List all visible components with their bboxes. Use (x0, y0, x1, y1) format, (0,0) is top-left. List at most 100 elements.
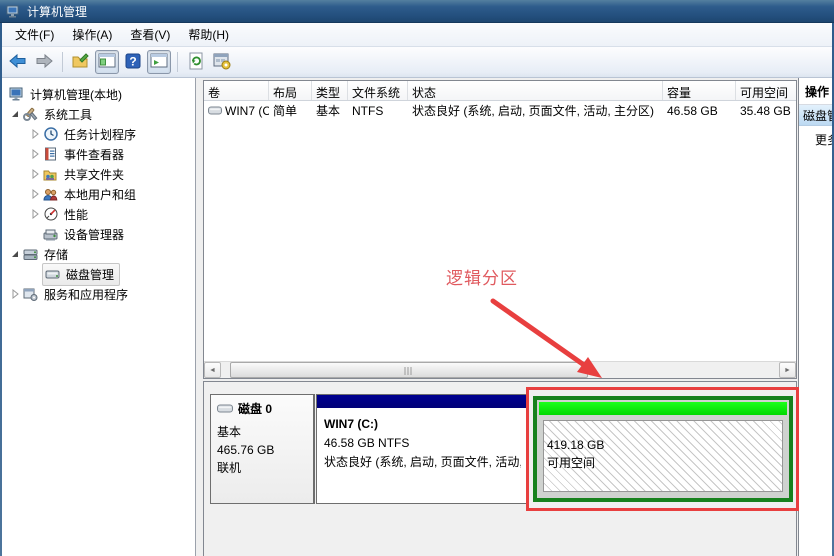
export-list-button[interactable] (69, 50, 93, 74)
menu-bar: 文件(F) 操作(A) 查看(V) 帮助(H) (2, 23, 832, 47)
expand-collapse-icon[interactable] (8, 287, 22, 301)
scrollbar-thumb[interactable] (230, 362, 588, 378)
tree-item-label: 服务和应用程序 (44, 287, 129, 302)
column-header-layout[interactable]: 布局 (269, 81, 312, 100)
refresh-button[interactable] (184, 50, 208, 74)
title-bar: 计算机管理 (0, 0, 834, 23)
window-border-left (0, 23, 2, 556)
tree-item-label: 本地用户和组 (64, 187, 137, 202)
forward-arrow-icon (34, 51, 54, 74)
tree-item-performance[interactable]: 性能 (2, 204, 195, 224)
column-header-volume[interactable]: 卷 (204, 81, 269, 100)
console-tree-icon (97, 51, 117, 74)
layout-cell: 简单 (273, 104, 298, 118)
expand-collapse-icon[interactable] (28, 147, 42, 161)
tree-item-label: 磁盘管理 (66, 267, 115, 282)
expand-collapse-icon[interactable] (28, 187, 42, 201)
menu-file[interactable]: 文件(F) (6, 23, 63, 46)
menu-action[interactable]: 操作(A) (63, 23, 121, 46)
freespace-cell: 35.48 GB (740, 103, 791, 118)
volume-row-win7[interactable]: WIN7 (C:) 简单 基本 NTFS 状态良好 (系统, 启动, 页面文件,… (204, 101, 796, 120)
actions-item-more-actions[interactable]: 更多操作 (799, 126, 832, 148)
users-icon (42, 187, 59, 202)
show-console-tree-button[interactable] (95, 50, 119, 74)
disk-properties-button[interactable] (210, 50, 234, 74)
tree-item-event-viewer[interactable]: 事件查看器 (2, 144, 195, 164)
status-cell: 状态良好 (系统, 启动, 页面文件, 活动, 主分区) (412, 104, 654, 118)
tree-item-computer-management[interactable]: 计算机管理(本地) (2, 84, 195, 104)
filesystem-cell: NTFS (352, 103, 384, 118)
tree-item-label: 共享文件夹 (64, 167, 125, 182)
capacity-cell: 46.58 GB (667, 103, 718, 118)
free-space-box[interactable]: 419.18 GB 可用空间 (533, 396, 793, 502)
tree-item-services-applications[interactable]: 服务和应用程序 (2, 284, 195, 304)
tree-item-label: 性能 (64, 207, 89, 222)
actions-panel: 操作 磁盘管理 更多操作 (798, 78, 832, 556)
toolbar-separator (62, 52, 63, 72)
tree-item-device-manager[interactable]: 设备管理器 (2, 224, 195, 244)
back-button[interactable] (6, 50, 30, 74)
folder-export-icon (71, 51, 91, 74)
free-space-size: 419.18 GB (547, 438, 605, 452)
partition-status: 状态良好 (系统, 启动, 页面文件, 活动, 主分区) (324, 455, 521, 469)
expand-collapse-icon[interactable] (8, 107, 22, 121)
window-title: 计算机管理 (27, 4, 88, 19)
tree-item-storage[interactable]: 存储 (2, 244, 195, 264)
column-header-type[interactable]: 类型 (312, 81, 348, 100)
volume-list-pane: 卷 布局 类型 文件系统 状态 容量 可用空间 WIN7 (C:) 简单 基本 … (203, 80, 797, 379)
disk0-capacity: 465.76 GB (217, 443, 275, 457)
column-header-filesystem[interactable]: 文件系统 (348, 81, 408, 100)
disk0-label-box[interactable]: 磁盘 0 基本 465.76 GB 联机 (210, 394, 315, 504)
device-manager-icon (42, 227, 59, 242)
svg-text:?: ? (129, 54, 136, 68)
column-header-status[interactable]: 状态 (408, 81, 663, 100)
tree-item-disk-management[interactable]: 磁盘管理 (2, 262, 195, 286)
column-header-freespace[interactable]: 可用空间 (736, 81, 796, 100)
scrollbar-grip (404, 367, 414, 375)
toolbar-separator (177, 52, 178, 72)
tree-item-label: 计算机管理(本地) (30, 87, 122, 102)
disk-management-icon (44, 267, 61, 282)
forward-button[interactable] (32, 50, 56, 74)
app-icon (6, 4, 21, 19)
volume-name: WIN7 (C:) (225, 103, 269, 118)
expand-collapse-icon[interactable] (28, 167, 42, 181)
menu-help[interactable]: 帮助(H) (179, 23, 238, 46)
free-space-color-band (539, 402, 787, 415)
tree-item-label: 设备管理器 (64, 227, 125, 242)
tree-item-local-users-groups[interactable]: 本地用户和组 (2, 184, 195, 204)
free-space-label: 可用空间 (547, 456, 596, 470)
actions-panel-title: 操作 (799, 78, 832, 105)
tree-item-shared-folders[interactable]: 共享文件夹 (2, 164, 195, 184)
disk0-status: 联机 (217, 461, 242, 475)
actions-item-disk-management[interactable]: 磁盘管理 (799, 105, 832, 126)
task-scheduler-icon (42, 127, 59, 142)
disk-graphical-pane: 磁盘 0 基本 465.76 GB 联机 WIN7 (C:) 46.58 GB … (203, 381, 797, 556)
expand-collapse-icon[interactable] (8, 247, 22, 261)
tree-item-system-tools[interactable]: 系统工具 (2, 104, 195, 124)
drive-icon (208, 104, 222, 118)
menu-view[interactable]: 查看(V) (121, 23, 179, 46)
back-arrow-icon (8, 51, 28, 74)
action-pane-icon (149, 51, 169, 74)
partition-name: WIN7 (C:) (324, 417, 378, 431)
services-icon (22, 287, 39, 302)
help-button[interactable]: ? (121, 50, 145, 74)
scroll-left-button[interactable]: ◄ (204, 362, 221, 378)
volume-cell: WIN7 (C:) (204, 104, 269, 118)
horizontal-scrollbar[interactable]: ◄ ► (204, 361, 796, 378)
scroll-right-button[interactable]: ► (779, 362, 796, 378)
partition-win7-box[interactable]: WIN7 (C:) 46.58 GB NTFS 状态良好 (系统, 启动, 页面… (316, 394, 529, 504)
tree-item-label: 任务计划程序 (64, 127, 137, 142)
expand-collapse-icon[interactable] (28, 207, 42, 221)
tree-item-task-scheduler[interactable]: 任务计划程序 (2, 124, 195, 144)
expand-collapse-icon[interactable] (28, 127, 42, 141)
selected-tree-item[interactable]: 磁盘管理 (42, 262, 121, 286)
column-header-capacity[interactable]: 容量 (663, 81, 736, 100)
primary-partition-color-band (317, 395, 528, 409)
console-tree: 计算机管理(本地) 系统工具 任务计划程序 事件查看器 共享文件夹 本地用户和组 (2, 78, 196, 556)
computer-icon (8, 87, 25, 102)
disk-gear-icon (212, 51, 232, 74)
show-action-pane-button[interactable] (147, 50, 171, 74)
